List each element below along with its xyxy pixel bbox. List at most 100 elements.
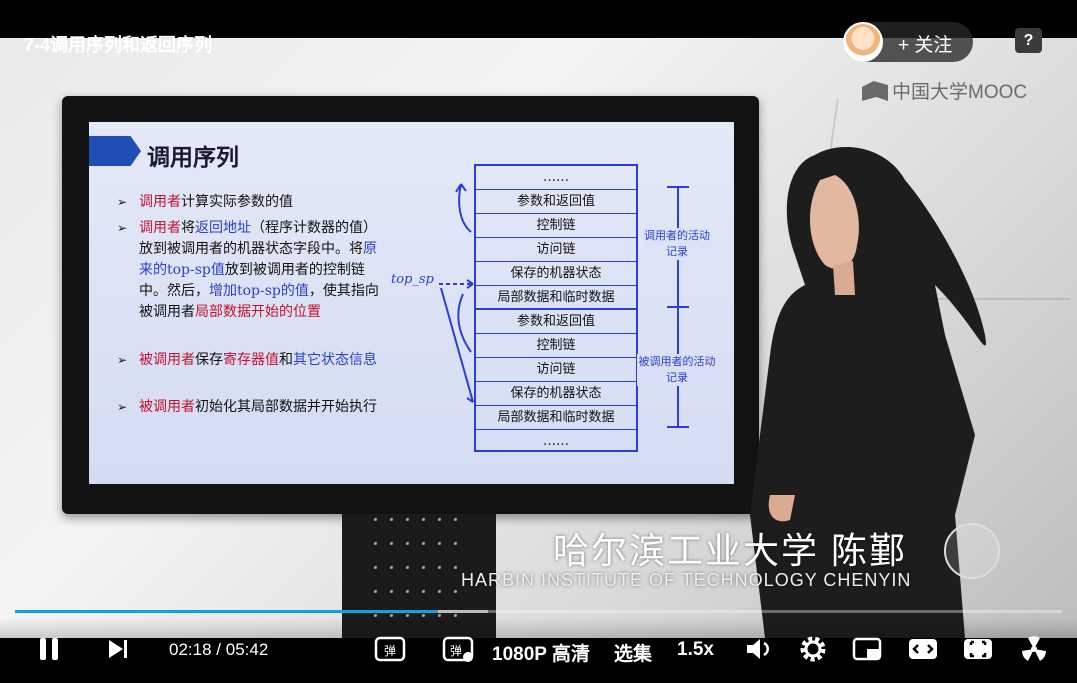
stack-cell: 局部数据和临时数据 [476, 286, 636, 310]
help-button[interactable]: ? [1015, 28, 1042, 53]
bullet-marker: ➢ [117, 400, 128, 414]
stand-dot [422, 566, 425, 569]
bullet-segment: 将 [181, 220, 195, 236]
stand-dot [422, 518, 425, 521]
lecture-slide: 调用序列 ➢ 调用者计算实际参数的值 ➢ 调用者将返回地址（程序计数器的值）放到被调… [89, 122, 734, 484]
stand-dot [438, 566, 441, 569]
stand-dot [390, 590, 393, 593]
stack-cell: 控制链 [476, 334, 636, 358]
stack-cell: …… [543, 434, 569, 449]
widescreen-icon[interactable] [907, 634, 939, 669]
bracket-cap [667, 186, 689, 188]
speed-button[interactable]: 1.5x [677, 639, 714, 661]
stand-dot [438, 542, 441, 545]
bullet-segment: 初始化其局部数据并开始执行 [195, 399, 377, 415]
stand-dot [406, 566, 409, 569]
caller-record-label: 调用者的活动记录 [642, 228, 712, 260]
bullet-segment: 被调用者 [139, 399, 195, 415]
slide-title-arrow [89, 136, 141, 166]
bullet-segment: 局部数据开始的位置 [195, 304, 321, 320]
bullet-segment: 增加top-sp的值 [209, 283, 309, 299]
bullet-segment: 其它状态信息 [293, 352, 377, 368]
stand-dot [454, 542, 457, 545]
bullet-text: 调用者计算实际参数的值 [117, 192, 387, 213]
episodes-button[interactable]: 选集 [614, 639, 652, 666]
avatar[interactable] [843, 22, 883, 62]
stand-dot [374, 542, 377, 545]
platform-logo: 中国大学MOOC [862, 77, 1027, 104]
stand-dot [422, 614, 425, 617]
slide-bullet: ➢ 调用者将返回地址（程序计数器的值）放到被调用者的机器状态字段中。将原来的top… [117, 218, 387, 323]
video-player[interactable]: 7-4调用序列和返回序列 + 关注 ? 中国大学MOOC 调用序列 ➢ 调用者计算… [0, 0, 1077, 683]
next-icon[interactable] [106, 634, 130, 667]
bullet-marker: ➢ [117, 221, 128, 235]
current-time: 02:18 [169, 640, 212, 659]
caption-chinese: 哈尔滨工业大学 陈鄞 [553, 530, 908, 571]
radiation-icon[interactable] [1018, 634, 1050, 669]
bullet-text: 被调用者初始化其局部数据并开始执行 [117, 397, 387, 418]
duration: 05:42 [225, 640, 269, 659]
bullet-segment: 被调用者 [139, 352, 195, 368]
callee-record-label: 被调用者的活动记录 [637, 354, 717, 386]
bullet-segment: 保存 [195, 352, 223, 368]
progress-bar[interactable] [15, 610, 1062, 613]
bullet-segment: 返回地址 [195, 220, 251, 236]
stand-dot [390, 566, 393, 569]
follow-button[interactable]: + 关注 [898, 30, 952, 57]
settings-icon[interactable] [798, 634, 828, 669]
bullet-segment: 和 [279, 352, 293, 368]
danmaku-toggle-icon[interactable]: 弹 [374, 634, 408, 669]
slide-bullet: ➢ 被调用者保存寄存器值和其它状态信息 [117, 350, 387, 371]
stand-dot [422, 542, 425, 545]
bullet-marker: ➢ [117, 195, 128, 209]
stand-dot [454, 566, 457, 569]
stand-dot [406, 614, 409, 617]
stand-dot [438, 614, 441, 617]
stand-dot [390, 518, 393, 521]
volume-icon[interactable] [744, 634, 774, 669]
stand-dot [454, 590, 457, 593]
stack-cell: 参数和返回值 [476, 310, 636, 334]
progress-played [15, 610, 438, 613]
stack-cell: 保存的机器状态 [476, 382, 636, 406]
bullet-segment: 计算实际参数的值 [181, 194, 293, 210]
university-seal-icon [944, 523, 1000, 579]
top-sp-label: top_sp [391, 272, 434, 287]
bullet-segment: 寄存器值 [223, 352, 279, 368]
stand-dot [374, 590, 377, 593]
stack-cell: 保存的机器状态 [476, 262, 636, 286]
bullet-marker: ➢ [117, 353, 128, 367]
stack-cell: 控制链 [476, 214, 636, 238]
stand-dot [390, 614, 393, 617]
bullet-segment: 调用者 [139, 194, 181, 210]
stand-dot [406, 518, 409, 521]
pip-icon[interactable] [852, 634, 884, 669]
slide-bullet: ➢ 被调用者初始化其局部数据并开始执行 [117, 397, 387, 418]
stack-cell: 访问链 [476, 358, 636, 382]
bullet-text: 被调用者保存寄存器值和其它状态信息 [117, 350, 387, 371]
stand-dot [438, 590, 441, 593]
stack-cell: 局部数据和临时数据 [476, 406, 636, 430]
bracket-cap [667, 426, 689, 428]
svg-text:弹: 弹 [450, 644, 462, 658]
stand-dot [406, 542, 409, 545]
svg-text:弹: 弹 [384, 644, 396, 658]
danmaku-settings-icon[interactable]: 弹 [442, 634, 476, 669]
bullet-text: 调用者将返回地址（程序计数器的值）放到被调用者的机器状态字段中。将原来的top-… [117, 218, 387, 323]
activation-stack: …… 参数和返回值 控制链 访问链 保存的机器状态 局部数据和临时数据 参数和返回值 控制链访… [474, 164, 638, 452]
stand-dot [374, 614, 377, 617]
slide-title: 调用序列 [147, 144, 239, 170]
platform-logo-text: 中国大学MOOC [892, 82, 1028, 103]
fullscreen-icon[interactable] [962, 634, 994, 669]
pause-icon[interactable] [38, 634, 62, 667]
caption-english: HARBIN INSTITUTE OF TECHNOLOGY CHENYIN [461, 570, 912, 590]
stack-cell: …… [476, 166, 636, 190]
stand-dot [454, 518, 457, 521]
stand-dot [406, 590, 409, 593]
slide-bullet: ➢ 调用者计算实际参数的值 [117, 192, 387, 213]
time-display: 02:18 / 05:42 [169, 640, 268, 660]
quality-button[interactable]: 1080P 高清 [492, 639, 590, 666]
stack-arrows [439, 183, 474, 403]
stack-cell: 访问链 [476, 238, 636, 262]
stand-dot [374, 566, 377, 569]
